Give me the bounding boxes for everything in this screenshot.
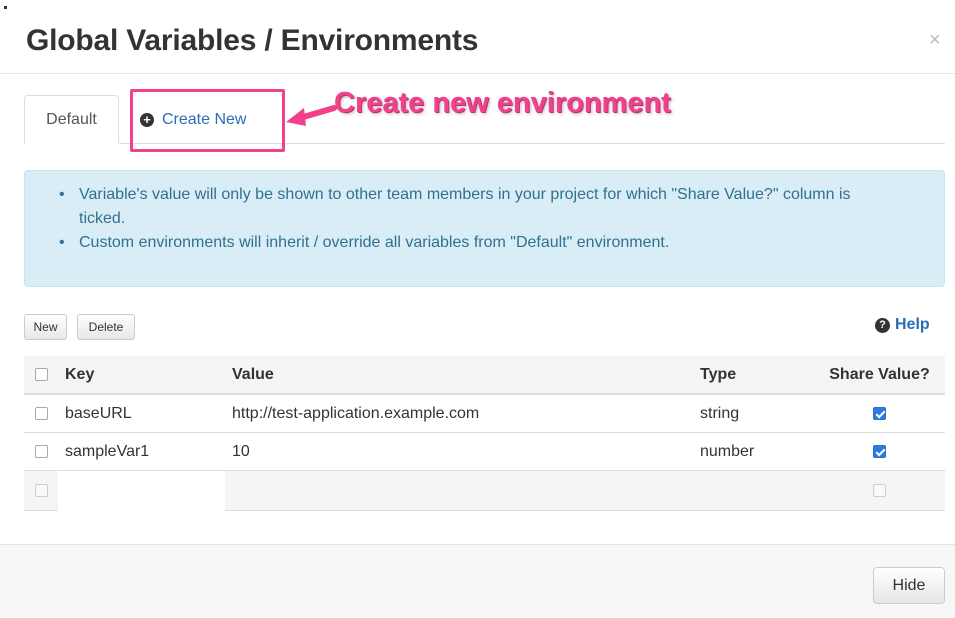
share-value-checkbox[interactable] (873, 445, 886, 458)
modal-title: Global Variables / Environments (26, 24, 479, 57)
table-header-row: Key Value Type Share Value? (24, 356, 945, 395)
row-select-cell (24, 395, 58, 432)
annotation-arrow-icon (286, 105, 337, 126)
corner-mark (4, 6, 7, 9)
share-value-checkbox (873, 484, 886, 497)
header-value: Value (232, 365, 274, 383)
help-label: Help (895, 316, 930, 333)
variable-type[interactable]: number (700, 433, 754, 470)
info-list: • Variable's value will only be shown to … (59, 183, 899, 255)
hide-button[interactable]: Hide (873, 567, 945, 604)
header-share-value: Share Value? (829, 365, 930, 383)
share-value-cell (814, 471, 945, 510)
share-value-cell (814, 433, 945, 470)
new-variable-button[interactable]: New (24, 314, 67, 340)
header-key: Key (65, 365, 95, 383)
variable-value[interactable]: 10 (232, 433, 250, 470)
row-select-cell (24, 471, 58, 510)
variable-value[interactable]: http://test-application.example.com (232, 395, 479, 432)
modal-header: Global Variables / Environments × (0, 0, 955, 74)
modal-footer: Hide (0, 544, 955, 618)
share-value-checkbox[interactable] (873, 407, 886, 420)
variable-type[interactable]: string (700, 395, 739, 432)
annotation-label: Create new environment (334, 87, 671, 119)
bullet-icon: • (59, 234, 65, 251)
info-item-text: Custom environments will inherit / overr… (79, 234, 670, 251)
row-select-checkbox (34, 484, 48, 497)
select-all-cell (24, 356, 58, 393)
variable-key[interactable]: baseURL (65, 395, 132, 432)
question-circle-icon: ? (875, 317, 890, 333)
info-alert: • Variable's value will only be shown to … (24, 170, 945, 287)
select-all-checkbox[interactable] (34, 368, 48, 381)
delete-variable-button[interactable]: Delete (77, 314, 135, 340)
table-row-new (24, 471, 945, 511)
share-value-cell (814, 395, 945, 432)
table-row: sampleVar1 10 number (24, 433, 945, 471)
info-item: • Variable's value will only be shown to … (59, 183, 899, 231)
close-icon[interactable]: × (929, 30, 941, 50)
row-select-checkbox[interactable] (34, 445, 48, 458)
bullet-icon: • (59, 186, 65, 203)
row-select-checkbox[interactable] (34, 407, 48, 420)
header-type: Type (700, 365, 737, 383)
tab-default[interactable]: Default (24, 95, 119, 144)
info-item-text: Variable's value will only be shown to o… (79, 186, 851, 227)
annotation-highlight-box (130, 89, 285, 152)
table-row: baseURL http://test-application.example.… (24, 395, 945, 433)
help-link[interactable]: ? Help (875, 316, 930, 334)
tab-default-label: Default (46, 110, 97, 128)
row-select-cell (24, 433, 58, 470)
environments-modal: Global Variables / Environments × Defaul… (0, 0, 955, 618)
info-item: • Custom environments will inherit / over… (59, 231, 899, 255)
variable-key[interactable]: sampleVar1 (65, 433, 149, 470)
new-key-input[interactable] (58, 471, 225, 511)
